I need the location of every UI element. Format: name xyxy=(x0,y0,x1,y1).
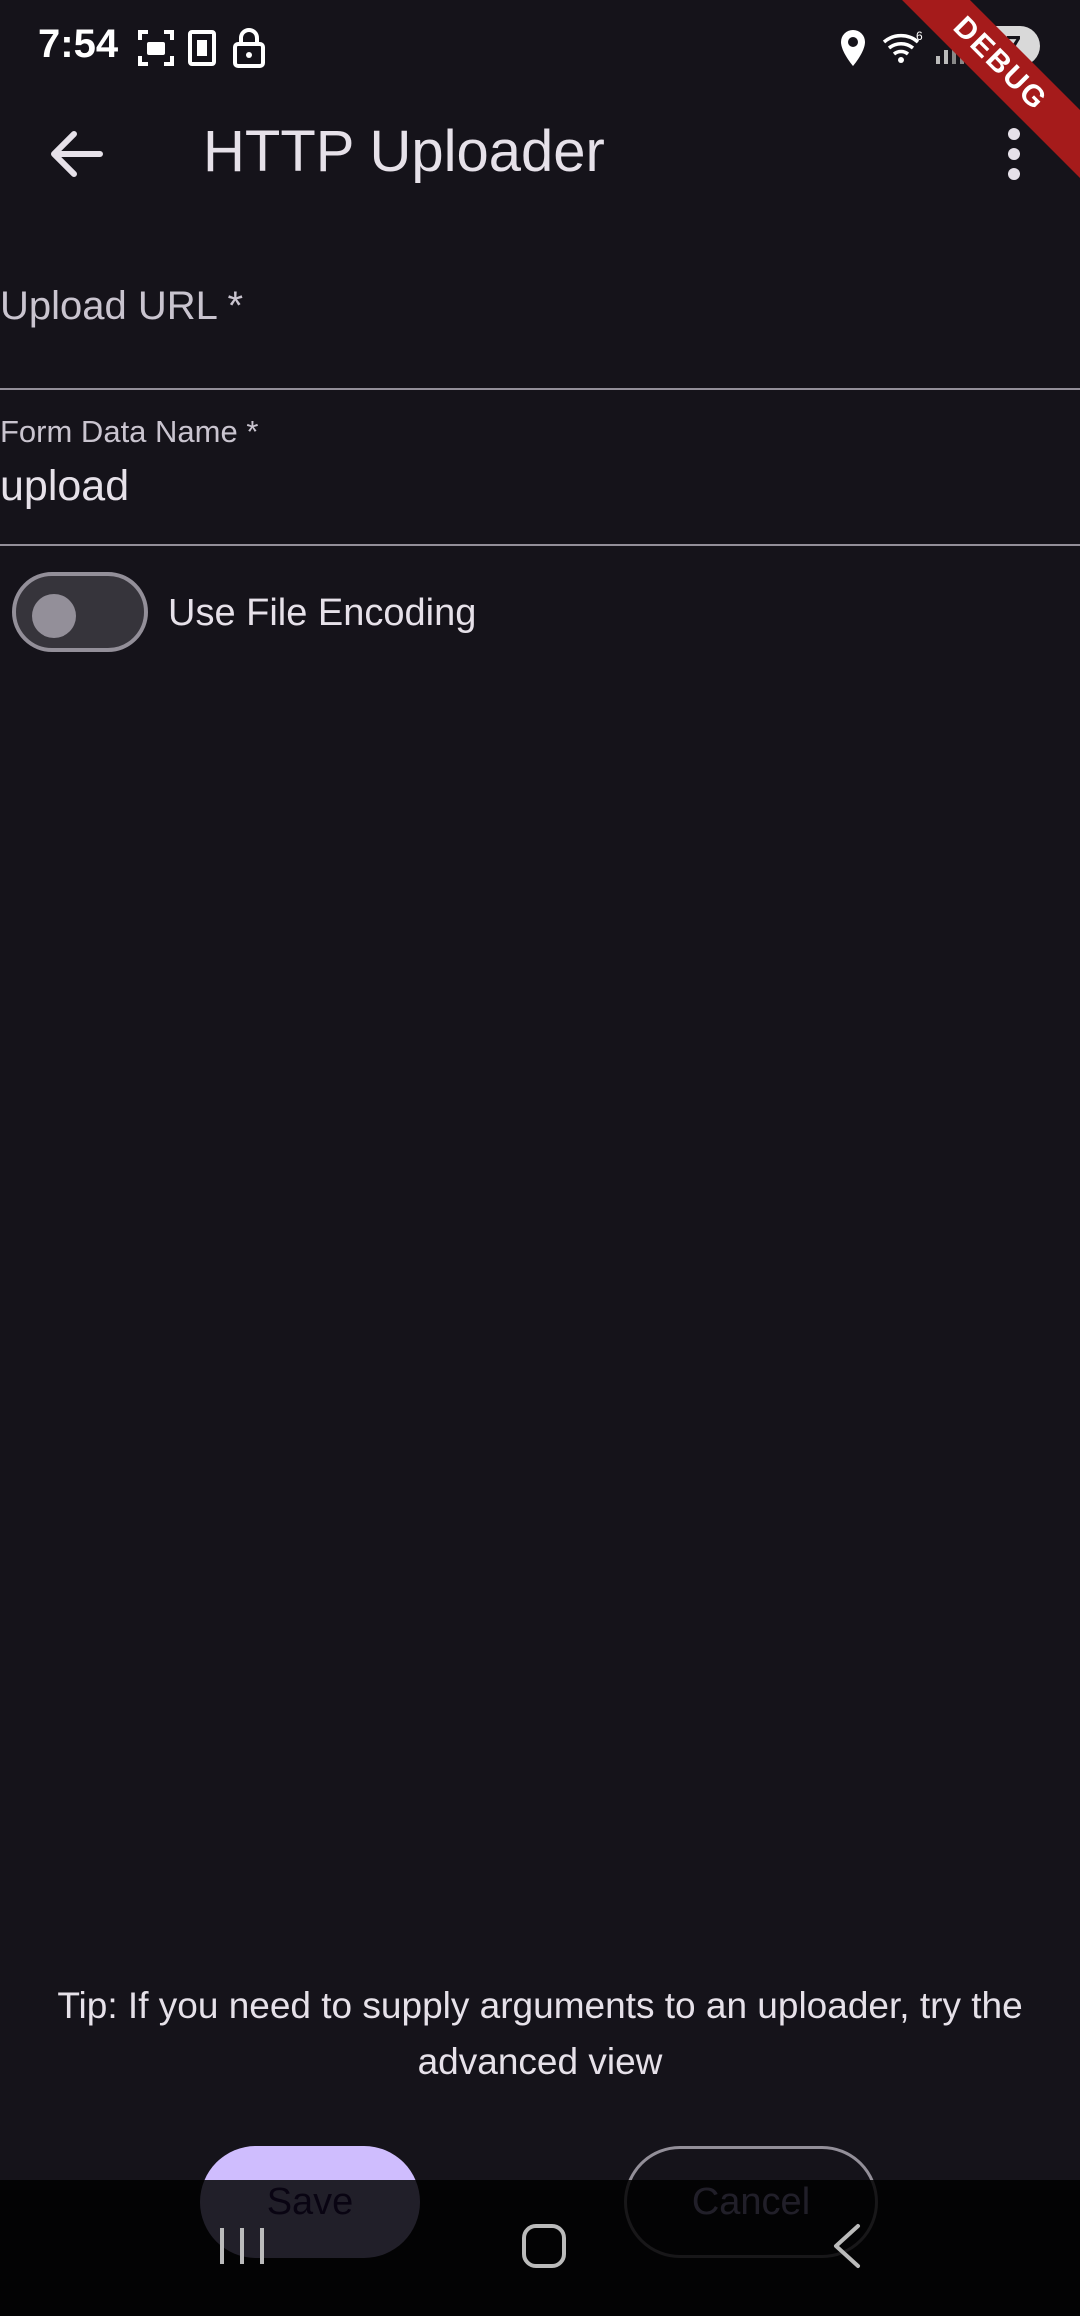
wifi-icon: 6 xyxy=(882,29,923,63)
home-icon[interactable] xyxy=(516,2218,572,2274)
recents-icon[interactable] xyxy=(214,2218,270,2274)
arrow-left-icon xyxy=(51,131,103,177)
svg-text:6: 6 xyxy=(916,29,923,43)
more-vert-icon xyxy=(1008,128,1020,180)
form-data-name-label: Form Data Name * xyxy=(0,414,259,449)
use-file-encoding-toggle[interactable] xyxy=(12,572,148,652)
toggle-thumb xyxy=(32,594,76,638)
back-button[interactable] xyxy=(36,112,120,196)
more-options-button[interactable] xyxy=(982,112,1046,196)
location-icon xyxy=(841,30,865,66)
screenshot-icon xyxy=(138,30,174,66)
lock-icon xyxy=(233,28,265,68)
tip-text: Tip: If you need to supply arguments to … xyxy=(57,1985,1023,2082)
use-file-encoding-row: Use File Encoding xyxy=(0,566,1080,662)
screen: 7:54 6 DEBUG HTTP Uploader Upload URL * … xyxy=(0,0,1080,2316)
page-title: HTTP Uploader xyxy=(203,119,605,184)
sim-icon xyxy=(188,30,216,66)
upload-url-input[interactable]: Upload URL * xyxy=(0,240,1080,390)
app-bar: HTTP Uploader xyxy=(0,96,1080,208)
status-time: 7:54 xyxy=(38,22,119,66)
use-file-encoding-label: Use File Encoding xyxy=(168,592,477,634)
form-data-name-input[interactable]: Form Data Name * upload xyxy=(0,390,1080,546)
system-nav-bar xyxy=(0,2180,1080,2316)
form-data-name-value: upload xyxy=(0,462,130,510)
back-icon[interactable] xyxy=(820,2218,876,2274)
upload-url-placeholder: Upload URL * xyxy=(0,284,244,328)
